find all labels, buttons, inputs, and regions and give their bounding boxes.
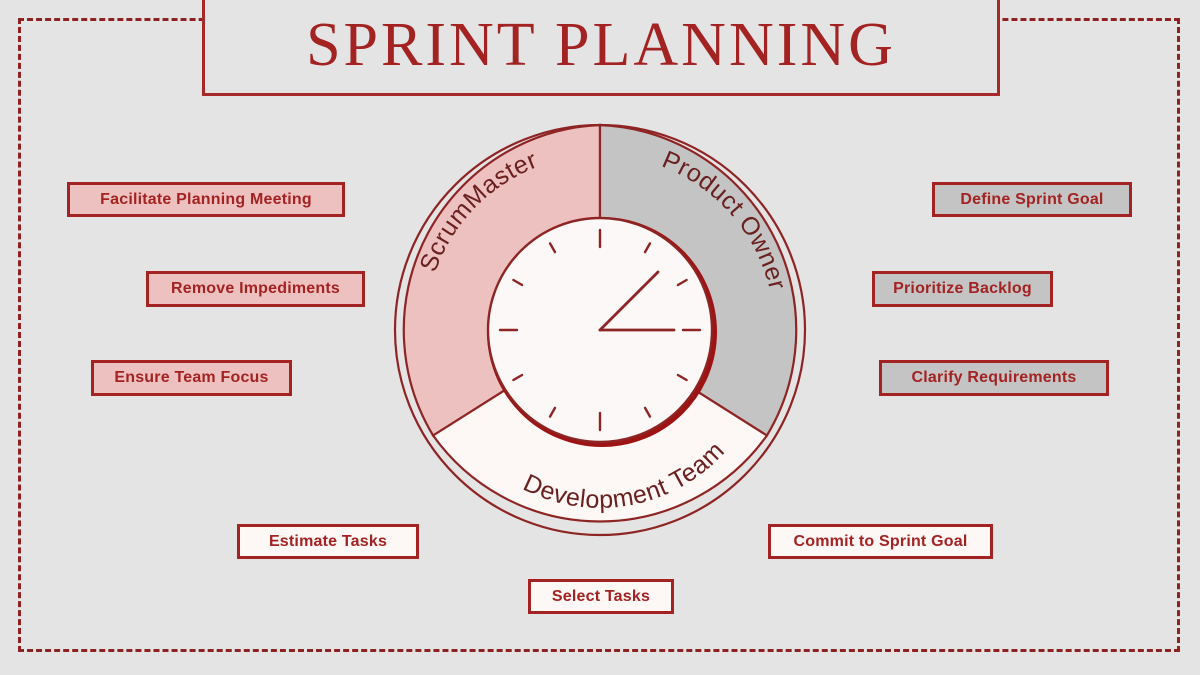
callout-select-tasks[interactable]: Select Tasks <box>528 579 674 614</box>
callout-label: Ensure Team Focus <box>114 369 269 386</box>
callout-label: Select Tasks <box>551 587 651 605</box>
callout-label: Commit to Sprint Goal <box>793 532 968 550</box>
callout-label: Estimate Tasks <box>268 532 388 550</box>
callout-define-sprint-goal[interactable]: Define Sprint Goal <box>932 182 1132 217</box>
callout-estimate-tasks[interactable]: Estimate Tasks <box>237 524 419 559</box>
title-plaque: SPRINT PLANNING <box>202 0 1000 96</box>
role-wheel: ScrumMaster Product Owner Development Te… <box>390 120 810 540</box>
callout-facilitate-planning-meeting[interactable]: Facilitate Planning Meeting <box>67 182 345 217</box>
callout-label: Clarify Requirements <box>911 369 1077 386</box>
callout-label: Prioritize Backlog <box>893 280 1032 297</box>
slide-canvas: SPRINT PLANNING ScrumMaster Product Owne… <box>0 0 1200 675</box>
callout-prioritize-backlog[interactable]: Prioritize Backlog <box>872 271 1053 307</box>
callout-ensure-team-focus[interactable]: Ensure Team Focus <box>91 360 292 396</box>
callout-commit-to-sprint-goal[interactable]: Commit to Sprint Goal <box>768 524 993 559</box>
callout-clarify-requirements[interactable]: Clarify Requirements <box>879 360 1109 396</box>
callout-label: Facilitate Planning Meeting <box>100 190 312 208</box>
callout-label: Remove Impediments <box>171 280 340 297</box>
callout-label: Define Sprint Goal <box>960 190 1104 208</box>
page-title: SPRINT PLANNING <box>306 10 896 79</box>
callout-remove-impediments[interactable]: Remove Impediments <box>146 271 365 307</box>
